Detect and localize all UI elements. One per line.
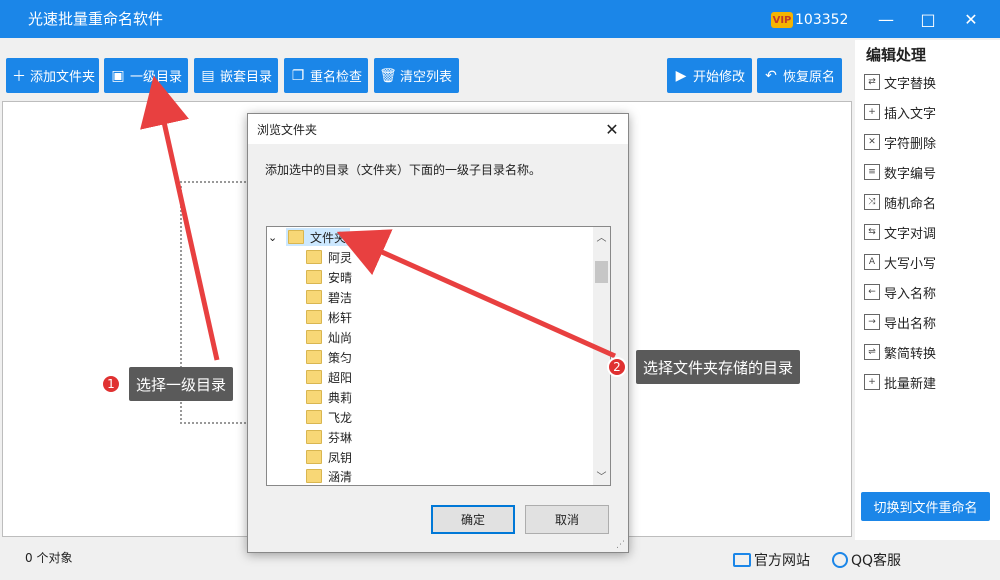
folder-icon — [306, 370, 322, 384]
panel-item-import[interactable]: ← 导入名称 — [858, 278, 998, 306]
chevron-down-icon[interactable]: ⌄ — [268, 231, 282, 244]
case-icon: A — [864, 254, 880, 270]
cancel-button[interactable]: 取消 — [525, 505, 609, 534]
callout-number-1: 1 — [101, 374, 121, 394]
play-icon: ▶ — [675, 67, 687, 84]
close-button[interactable]: ✕ — [957, 6, 985, 32]
folder-icon — [306, 350, 322, 364]
panel-item-case[interactable]: A 大写小写 — [858, 248, 998, 276]
nested-dir-button[interactable]: ▤ 嵌套目录 — [194, 58, 278, 93]
level1-dir-button[interactable]: ▣ 一级目录 — [104, 58, 188, 93]
vip-icon: VIP — [771, 12, 793, 28]
panel-item-insert[interactable]: + 插入文字 — [858, 98, 998, 126]
start-button[interactable]: ▶ 开始修改 — [667, 58, 752, 93]
switch-file-rename-button[interactable]: 切换到文件重命名 — [861, 492, 990, 521]
shuffle-icon: ⤨ — [864, 194, 880, 210]
object-count: 0 个对象 — [25, 551, 73, 565]
resize-grip-icon[interactable]: ⋰ — [616, 540, 625, 550]
import-icon: ← — [864, 284, 880, 300]
folder-icon — [306, 450, 322, 464]
restore-button[interactable]: ↶ 恢复原名 — [757, 58, 842, 93]
panel-title: 编辑处理 — [866, 46, 927, 64]
panel-item-delete-chars[interactable]: ✕ 字符删除 — [858, 128, 998, 156]
official-site-link[interactable]: 官方网站 — [733, 550, 810, 570]
tree-child-item[interactable]: 灿尚 — [306, 327, 352, 347]
clear-list-button[interactable]: 🗑 清空列表 — [374, 58, 459, 93]
panel-item-replace[interactable]: ⇄ 文字替换 — [858, 68, 998, 96]
minimize-button[interactable]: — — [872, 6, 900, 32]
maximize-button[interactable]: □ — [914, 6, 942, 32]
convert-icon: ⇌ — [864, 344, 880, 360]
insert-icon: + — [864, 104, 880, 120]
app-title: 光速批量重命名软件 — [28, 10, 164, 28]
monitor-icon — [733, 553, 751, 567]
new-file-icon: + — [864, 374, 880, 390]
folder-icon — [306, 469, 322, 483]
callout-number-2: 2 — [607, 357, 627, 377]
undo-icon: ↶ — [765, 67, 777, 84]
folder-icon — [306, 430, 322, 444]
folder-icon — [306, 330, 322, 344]
panel-item-numbering[interactable]: ≡ 数字编号 — [858, 158, 998, 186]
dialog-title: 浏览文件夹 — [257, 123, 318, 137]
scroll-up-icon[interactable]: ︿ — [593, 228, 610, 245]
folder-icon — [306, 390, 322, 404]
scroll-thumb[interactable] — [595, 261, 608, 283]
tree-child-item[interactable]: 彬轩 — [306, 307, 352, 327]
panel-item-swap[interactable]: ⇆ 文字对调 — [858, 218, 998, 246]
tree-root-item[interactable]: ⌄ 文件夹 — [268, 227, 351, 247]
scroll-down-icon[interactable]: ﹀ — [593, 467, 610, 484]
tree-child-item[interactable]: 策匀 — [306, 347, 352, 367]
export-icon: → — [864, 314, 880, 330]
panel-item-batch-create[interactable]: + 批量新建 — [858, 368, 998, 396]
vip-indicator[interactable]: VIP 103352 — [771, 10, 848, 30]
panel-item-random[interactable]: ⤨ 随机命名 — [858, 188, 998, 216]
user-id: 103352 — [795, 12, 849, 28]
folder-icon — [288, 230, 304, 244]
folder-open-icon: ▤ — [201, 67, 215, 84]
tree-child-item[interactable]: 超阳 — [306, 367, 352, 387]
tree-child-item[interactable]: 安晴 — [306, 267, 352, 287]
folder-icon — [306, 270, 322, 284]
tree-child-item[interactable]: 典莉 — [306, 387, 352, 407]
copy-icon: ❐ — [291, 67, 305, 84]
plus-icon: ＋ — [12, 68, 26, 85]
qq-support-link[interactable]: QQ客服 — [832, 550, 901, 570]
tree-child-item[interactable]: 凤钥 — [306, 447, 352, 467]
dialog-description: 添加选中的目录（文件夹）下面的一级子目录名称。 — [265, 163, 542, 177]
tree-child-item[interactable]: 芬琳 — [306, 427, 352, 447]
list-icon: ≡ — [864, 164, 880, 180]
tree-child-item[interactable]: 飞龙 — [306, 407, 352, 427]
swap-icon: ⇆ — [864, 224, 880, 240]
support-icon — [832, 552, 848, 568]
folder-icon — [306, 250, 322, 264]
panel-item-convert[interactable]: ⇌ 繁简转换 — [858, 338, 998, 366]
tree-root-selection: 文件夹 — [286, 228, 351, 246]
replace-icon: ⇄ — [864, 74, 880, 90]
tree-child-item[interactable]: 碧洁 — [306, 287, 352, 307]
dialog-close-icon[interactable]: ✕ — [600, 117, 624, 141]
panel-item-export[interactable]: → 导出名称 — [858, 308, 998, 336]
trash-icon: 🗑 — [379, 67, 397, 84]
ok-button[interactable]: 确定 — [431, 505, 515, 534]
tree-child-item[interactable]: 阿灵 — [306, 247, 352, 267]
folder-icon — [306, 290, 322, 304]
callout-1: 选择一级目录 — [129, 367, 234, 401]
delete-icon: ✕ — [864, 134, 880, 150]
add-folder-button[interactable]: ＋添加文件夹 — [6, 58, 99, 93]
folder-icon — [306, 410, 322, 424]
folder-icon — [306, 310, 322, 324]
folder-add-icon: ▣ — [111, 67, 125, 84]
callout-2: 选择文件夹存储的目录 — [636, 350, 801, 384]
tree-child-item[interactable]: 涵清 — [306, 467, 352, 485]
dup-check-button[interactable]: ❐ 重名检查 — [284, 58, 368, 93]
